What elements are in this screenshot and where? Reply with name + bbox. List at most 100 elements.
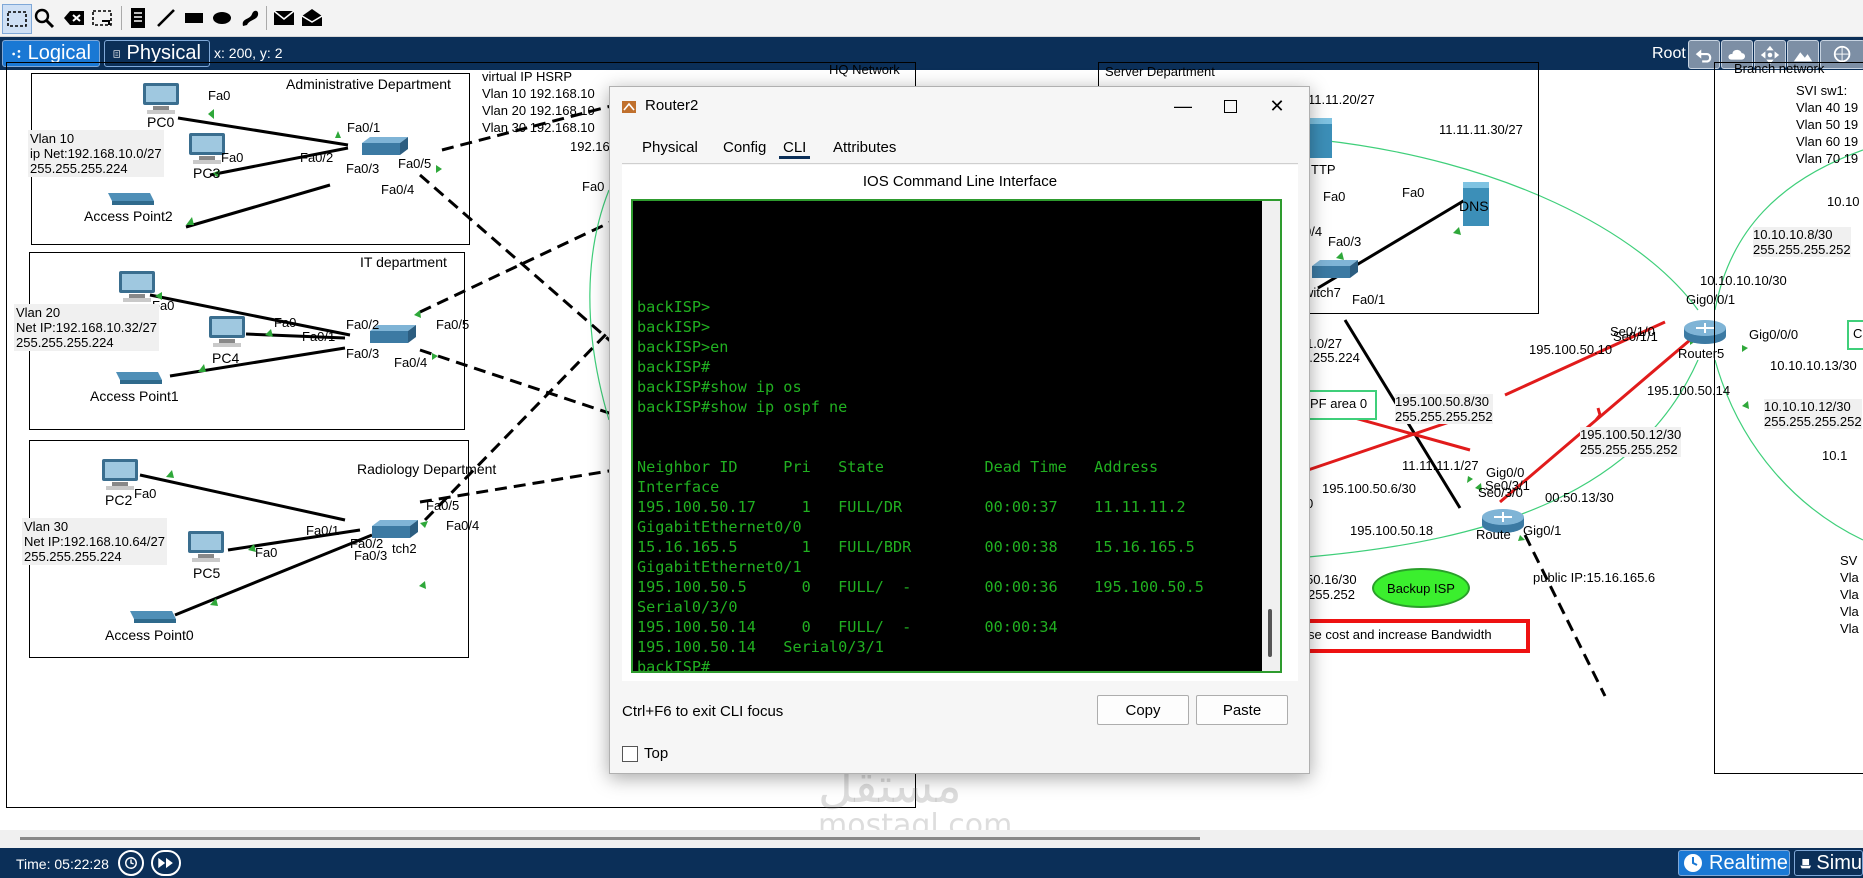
- cli-terminal[interactable]: backISP> backISP> backISP>en backISP# ba…: [631, 199, 1282, 673]
- tab-bar: Physical Config CLI Attributes: [622, 137, 1298, 164]
- ospf-area-box: PF area 0: [1305, 390, 1377, 420]
- main-toolbar: [0, 0, 1863, 37]
- access-point0-device[interactable]: [126, 605, 178, 628]
- power-cycle-button[interactable]: [118, 850, 144, 876]
- it-fa0-b: Fa0: [274, 315, 297, 330]
- it-fa02: Fa0/2: [346, 317, 380, 332]
- simulation-label: Simu: [1816, 851, 1862, 874]
- realtime-clock-icon: [1684, 854, 1702, 872]
- maximize-button[interactable]: [1210, 91, 1250, 121]
- dns-label: DNS: [1459, 198, 1489, 214]
- close-button[interactable]: ✕: [1257, 91, 1297, 121]
- svi-vlan50: Vlan 50 19: [1796, 117, 1859, 132]
- terminal-scrollbar[interactable]: [1262, 201, 1280, 671]
- vlan10-net: ip Net:192.168.10.0/27: [30, 146, 162, 161]
- backup-isp-label: Backup ISP: [1387, 580, 1455, 596]
- mail-open-icon[interactable]: [298, 4, 326, 32]
- search-icon[interactable]: [30, 4, 58, 32]
- horizontal-scrollbar[interactable]: [0, 830, 1863, 848]
- terminal-output: backISP> backISP> backISP>en backISP# ba…: [637, 298, 1204, 673]
- router2-link-ip3: 00.50.13/30: [1545, 490, 1614, 505]
- status-bar: Time: 05:22:28 Realtime Simu: [0, 848, 1863, 878]
- router2-link-mask5: 255.252: [1308, 587, 1355, 602]
- hsrp-title: virtual IP HSRP: [482, 69, 573, 84]
- tab-cli[interactable]: CLI: [779, 139, 811, 159]
- top-checkbox[interactable]: Top: [622, 745, 668, 762]
- it-pc-device[interactable]: [117, 270, 157, 307]
- select-icon[interactable]: [2, 4, 32, 34]
- svi2-l3: Vla: [1840, 604, 1859, 619]
- ellipse-icon[interactable]: [208, 4, 236, 32]
- freeform-icon[interactable]: [236, 4, 264, 32]
- router5-ip10: 195.100.50.10: [1529, 342, 1613, 357]
- window-title: Router2: [645, 97, 699, 114]
- vlan10-mask: 255.255.255.224: [30, 161, 128, 176]
- checkbox-box[interactable]: [622, 745, 638, 762]
- access-point2-device[interactable]: [104, 187, 156, 210]
- svi-sw2-info: SV Vla Vla Vla Vla: [1840, 552, 1859, 637]
- logical-icon: [12, 49, 21, 58]
- tab-config[interactable]: Config: [723, 139, 766, 156]
- svi-title: SVI sw1:: [1796, 83, 1848, 98]
- switch7-device[interactable]: [1310, 258, 1360, 285]
- access-point1-device[interactable]: [112, 366, 164, 389]
- mail-closed-icon[interactable]: [270, 4, 298, 32]
- svi2-title: SV: [1840, 553, 1858, 568]
- ospf-area-label: PF area 0: [1310, 396, 1368, 411]
- tab-attributes[interactable]: Attributes: [833, 139, 896, 156]
- cli-panel: IOS Command Line Interface backISP> back…: [622, 165, 1298, 681]
- admin-fa05: Fa0/5: [398, 156, 432, 171]
- svi-sw1-info: SVI sw1: Vlan 40 19 Vlan 50 19 Vlan 60 1…: [1796, 82, 1858, 167]
- hsrp-partial-fa: Fa0: [582, 179, 605, 194]
- admin-fa0-b: Fa0: [221, 150, 244, 165]
- server-fa03: Fa0/3: [1328, 234, 1362, 249]
- server-icon: [1310, 118, 1332, 158]
- top-checkbox-label: Top: [644, 745, 669, 762]
- link-ip: 195.100.50.8/30: [1395, 394, 1489, 409]
- radiology-department-title: Radiology Department: [357, 461, 497, 477]
- horizontal-scroll-thumb[interactable]: [20, 837, 1200, 840]
- server-department-title: Server Department: [1105, 64, 1215, 79]
- vlan20-mask: 255.255.255.224: [16, 335, 114, 350]
- it-fa01: Fa0/1: [302, 329, 336, 344]
- minimize-button[interactable]: —: [1163, 91, 1203, 121]
- cli-exit-hint: Ctrl+F6 to exit CLI focus: [622, 703, 784, 720]
- paste-button[interactable]: Paste: [1196, 695, 1288, 725]
- access-point2-label: Access Point2: [84, 208, 173, 224]
- router2-link-ip2: 195.100.50.6/30: [1322, 481, 1416, 496]
- realtime-mode-button[interactable]: Realtime: [1678, 850, 1790, 876]
- delete-icon[interactable]: [60, 4, 88, 32]
- svi-vlan70: Vlan 70 19: [1796, 151, 1859, 166]
- router2-gig01: Gig0/1: [1523, 523, 1562, 538]
- tftp-server-device[interactable]: [1308, 116, 1334, 163]
- rectangle-icon[interactable]: [180, 4, 208, 32]
- server-ip-2: 11.11.11.30/27: [1439, 122, 1523, 137]
- vlan30-net: Net IP:192.168.10.64/27: [24, 534, 165, 549]
- vlan20-info: Vlan 20 Net IP:192.168.10.32/27 255.255.…: [14, 304, 159, 351]
- resize-icon[interactable]: [88, 4, 116, 32]
- note-icon[interactable]: [124, 4, 152, 32]
- svi2-l4: Vla: [1840, 621, 1859, 636]
- svi-vlan40: Vlan 40 19: [1796, 100, 1859, 115]
- pen-icon[interactable]: [152, 4, 180, 32]
- admin-fa04: Fa0/4: [381, 182, 415, 197]
- pc5-device[interactable]: [186, 530, 226, 567]
- svi2-l2: Vla: [1840, 587, 1859, 602]
- it-department-title: IT department: [360, 254, 447, 270]
- pc-icon: [119, 271, 155, 302]
- router2-window[interactable]: Router2 — ✕ Physical Config CLI Attribut…: [609, 86, 1310, 774]
- scrollbar-thumb[interactable]: [1268, 609, 1272, 657]
- copy-button[interactable]: Copy: [1097, 695, 1189, 725]
- backup-isp-cloud[interactable]: Backup ISP: [1372, 568, 1470, 608]
- vlan20-label: Vlan 20: [16, 305, 61, 320]
- rad-fa04: Fa0/4: [446, 518, 480, 533]
- pc0-label: PC0: [147, 114, 175, 130]
- tftp-label: TTP: [1311, 162, 1336, 177]
- cli-caption: IOS Command Line Interface: [862, 173, 1058, 190]
- simulation-mode-button[interactable]: Simu: [1794, 850, 1863, 876]
- router2-se030: Se0/3/0: [1478, 485, 1523, 500]
- fast-forward-button[interactable]: [151, 850, 181, 876]
- tab-physical[interactable]: Physical: [642, 139, 698, 156]
- clock-icon: [125, 857, 137, 869]
- pc4-device[interactable]: [207, 315, 247, 352]
